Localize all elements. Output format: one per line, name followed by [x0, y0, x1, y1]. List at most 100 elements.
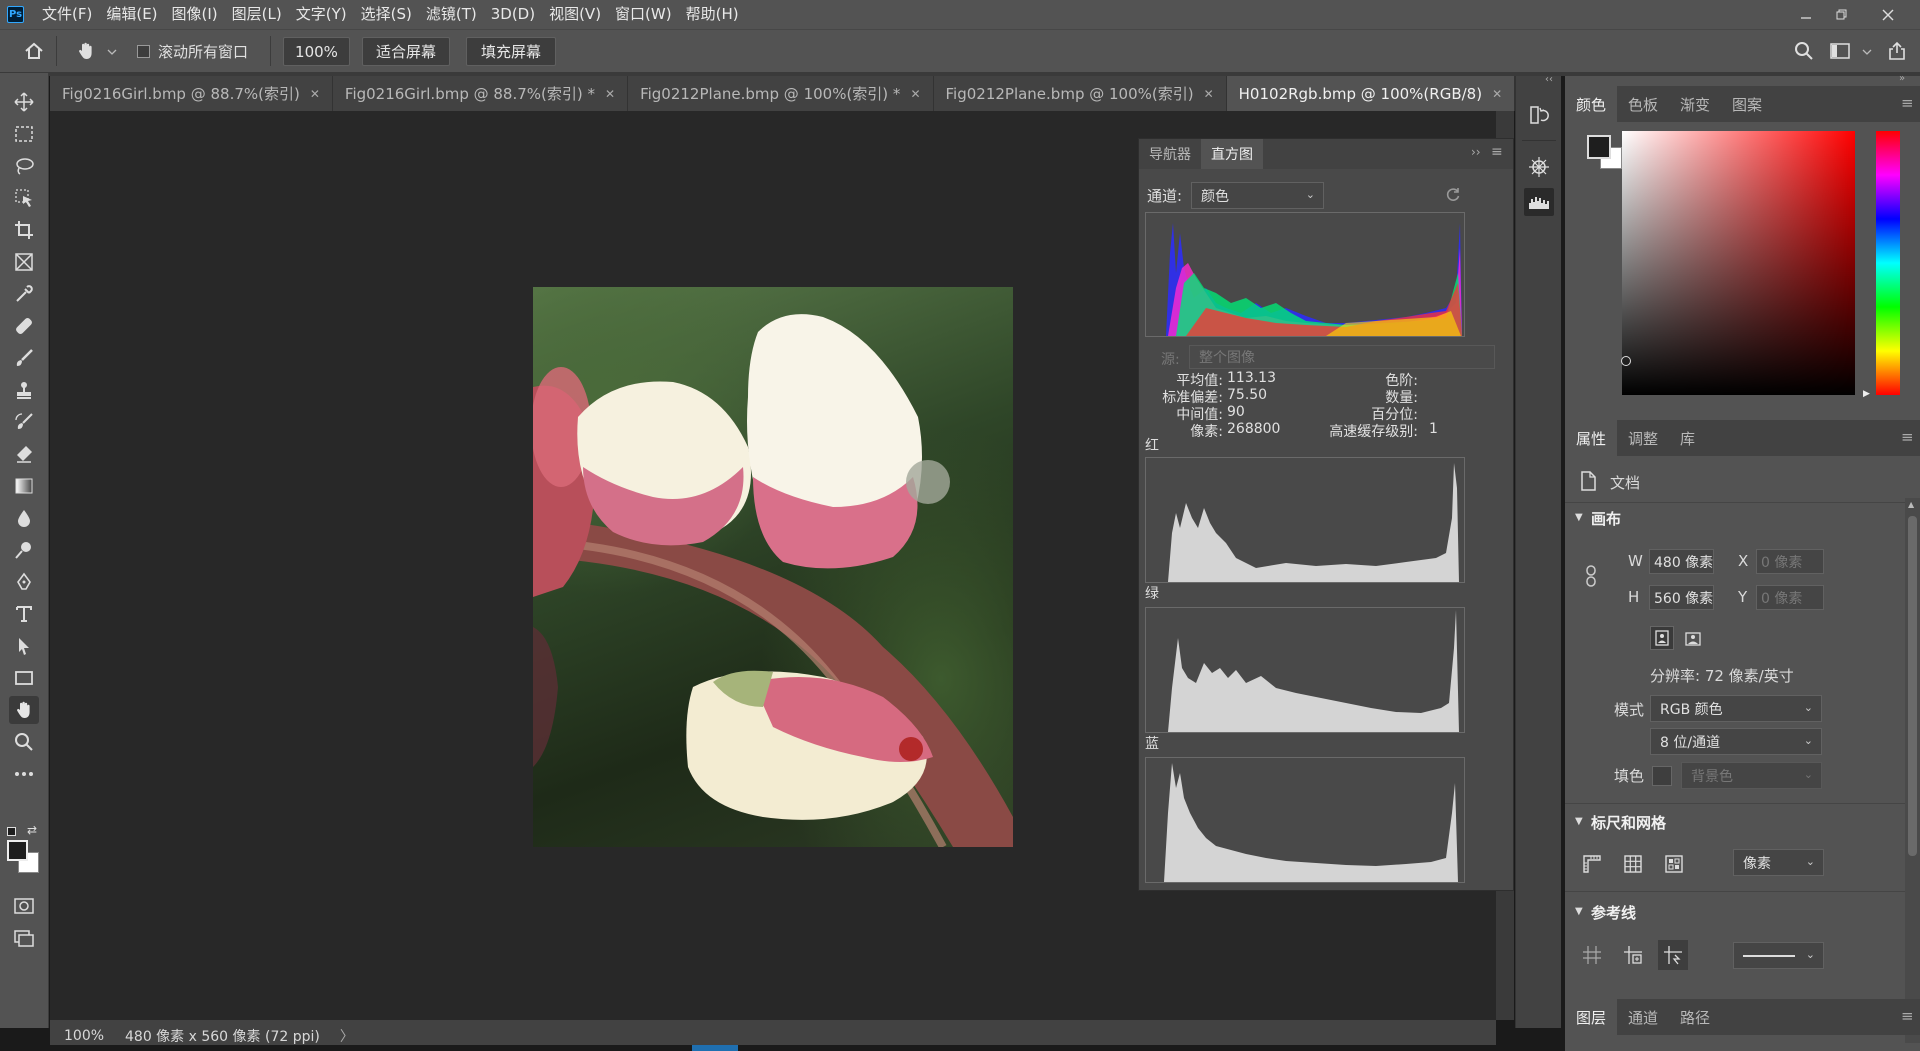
panel-menu-icon[interactable]: ≡: [1901, 1007, 1914, 1025]
object-selection-tool[interactable]: [9, 184, 39, 212]
ruler-toggle-button[interactable]: [1579, 851, 1605, 877]
panel-menu-icon[interactable]: ≡: [1901, 428, 1914, 446]
search-button[interactable]: [1791, 38, 1817, 64]
close-window-button[interactable]: [1866, 0, 1910, 29]
home-button[interactable]: [21, 38, 47, 64]
doc-tab[interactable]: Fig0212Plane.bmp @ 100%(索引) * ✕: [628, 76, 934, 111]
foreground-color-swatch[interactable]: [1587, 135, 1611, 159]
quick-mask-button[interactable]: [9, 892, 39, 920]
default-colors-icon[interactable]: [7, 827, 16, 836]
swap-colors-icon[interactable]: ⇄: [27, 823, 37, 837]
tab-gradients[interactable]: 渐变: [1669, 86, 1721, 122]
pixel-grid-toggle-button[interactable]: [1661, 851, 1687, 877]
tab-libraries[interactable]: 库: [1669, 420, 1706, 456]
crop-tool[interactable]: [9, 216, 39, 244]
status-menu-arrow[interactable]: 〉: [340, 1026, 354, 1046]
chevron-down-icon[interactable]: ▼: [1575, 816, 1583, 827]
landscape-orientation-button[interactable]: [1680, 626, 1706, 652]
smart-guides-button[interactable]: [1658, 940, 1688, 970]
eyedropper-tool[interactable]: [9, 280, 39, 308]
menu-filter[interactable]: 滤镜(T): [419, 0, 484, 29]
new-guide-button[interactable]: [1620, 942, 1646, 968]
guides-button[interactable]: [1579, 942, 1605, 968]
menu-3d[interactable]: 3D(D): [484, 0, 542, 29]
chevron-down-icon[interactable]: [1862, 48, 1872, 56]
tab-channels[interactable]: 通道: [1617, 999, 1669, 1035]
path-selection-tool[interactable]: [9, 632, 39, 660]
scroll-all-checkbox[interactable]: [137, 45, 150, 58]
tab-color[interactable]: 颜色: [1565, 86, 1618, 122]
healing-brush-tool[interactable]: [9, 312, 39, 340]
close-tab-icon[interactable]: ✕: [1204, 87, 1214, 101]
zoom-tool[interactable]: [9, 728, 39, 756]
channel-select[interactable]: 颜色 ⌄: [1191, 182, 1324, 209]
blur-tool[interactable]: [9, 504, 39, 532]
collapse-icon[interactable]: ‹‹: [1545, 74, 1553, 85]
screen-mode-button[interactable]: [9, 924, 39, 952]
gradient-tool[interactable]: [9, 472, 39, 500]
history-panel-button[interactable]: [1526, 102, 1552, 128]
move-tool[interactable]: [9, 88, 39, 116]
share-button[interactable]: [1884, 38, 1910, 64]
collapse-panel-icon[interactable]: ››: [1471, 145, 1481, 159]
restore-button[interactable]: [1820, 0, 1864, 29]
tab-layers[interactable]: 图层: [1565, 999, 1618, 1035]
color-picker-cursor[interactable]: [1621, 356, 1631, 366]
close-tab-icon[interactable]: ✕: [910, 87, 920, 101]
foreground-color-swatch[interactable]: [7, 840, 28, 861]
menu-edit[interactable]: 编辑(E): [99, 0, 164, 29]
fit-screen-button[interactable]: 适合屏幕: [362, 37, 450, 66]
menu-layer[interactable]: 图层(L): [225, 0, 289, 29]
hand-tool-preset[interactable]: [73, 38, 99, 64]
ruler-units-select[interactable]: 像素 ⌄: [1733, 849, 1824, 876]
doc-tab[interactable]: Fig0216Girl.bmp @ 88.7%(索引) * ✕: [332, 76, 629, 111]
more-tools-button[interactable]: [9, 760, 39, 788]
link-icon[interactable]: [1584, 565, 1598, 587]
tab-patterns[interactable]: 图案: [1721, 86, 1773, 122]
menu-image[interactable]: 图像(I): [165, 0, 225, 29]
bit-depth-select[interactable]: 8 位/通道 ⌄: [1650, 728, 1822, 755]
chevron-down-icon[interactable]: [107, 48, 117, 56]
refresh-icon[interactable]: [1445, 186, 1461, 202]
grid-toggle-button[interactable]: [1620, 851, 1646, 877]
doc-tab[interactable]: Fig0212Plane.bmp @ 100%(索引) ✕: [933, 76, 1227, 111]
menu-help[interactable]: 帮助(H): [679, 0, 746, 29]
frame-tool[interactable]: [9, 248, 39, 276]
mode-select[interactable]: RGB 颜色 ⌄: [1650, 695, 1822, 722]
doc-tab-active[interactable]: H0102Rgb.bmp @ 100%(RGB/8) ✕: [1226, 76, 1516, 111]
history-brush-tool[interactable]: [9, 408, 39, 436]
type-tool[interactable]: [9, 600, 39, 628]
hue-slider[interactable]: [1876, 131, 1900, 395]
tab-adjustments[interactable]: 调整: [1617, 420, 1669, 456]
menu-select[interactable]: 选择(S): [354, 0, 419, 29]
tab-navigator[interactable]: 导航器: [1139, 139, 1201, 169]
guides-section-title[interactable]: 参考线: [1591, 902, 1636, 923]
close-tab-icon[interactable]: ✕: [605, 87, 615, 101]
doc-tab[interactable]: Fig0216Girl.bmp @ 88.7%(索引) ✕: [50, 76, 333, 111]
pen-tool[interactable]: [9, 568, 39, 596]
panel-menu-icon[interactable]: ≡: [1901, 94, 1914, 112]
rectangle-tool[interactable]: [9, 664, 39, 692]
zoom-level[interactable]: 100%: [64, 1028, 124, 1044]
menu-type[interactable]: 文字(Y): [289, 0, 354, 29]
tab-histogram[interactable]: 直方图: [1201, 139, 1263, 169]
menu-view[interactable]: 视图(V): [542, 0, 608, 29]
chevron-down-icon[interactable]: ▼: [1575, 906, 1583, 917]
close-tab-icon[interactable]: ✕: [310, 87, 320, 101]
canvas-section-title[interactable]: 画布: [1591, 508, 1621, 529]
color-picker-field[interactable]: [1622, 131, 1855, 395]
rulers-grids-section-title[interactable]: 标尺和网格: [1591, 812, 1666, 833]
eraser-tool[interactable]: [9, 440, 39, 468]
close-tab-icon[interactable]: ✕: [1492, 87, 1502, 101]
hand-tool[interactable]: [9, 696, 39, 724]
tab-swatches[interactable]: 色板: [1617, 86, 1669, 122]
menu-file[interactable]: 文件(F): [35, 0, 99, 29]
chevron-down-icon[interactable]: ▼: [1575, 512, 1583, 523]
marquee-tool[interactable]: [9, 120, 39, 148]
height-input[interactable]: 560 像素: [1649, 585, 1714, 610]
properties-scrollbar[interactable]: ▲ ▼: [1905, 498, 1920, 1043]
guide-style-select[interactable]: ⌄: [1733, 942, 1824, 969]
width-input[interactable]: 480 像素: [1649, 549, 1714, 574]
hue-slider-marker[interactable]: ▶: [1863, 389, 1870, 399]
histogram-panel-button[interactable]: [1524, 188, 1554, 216]
